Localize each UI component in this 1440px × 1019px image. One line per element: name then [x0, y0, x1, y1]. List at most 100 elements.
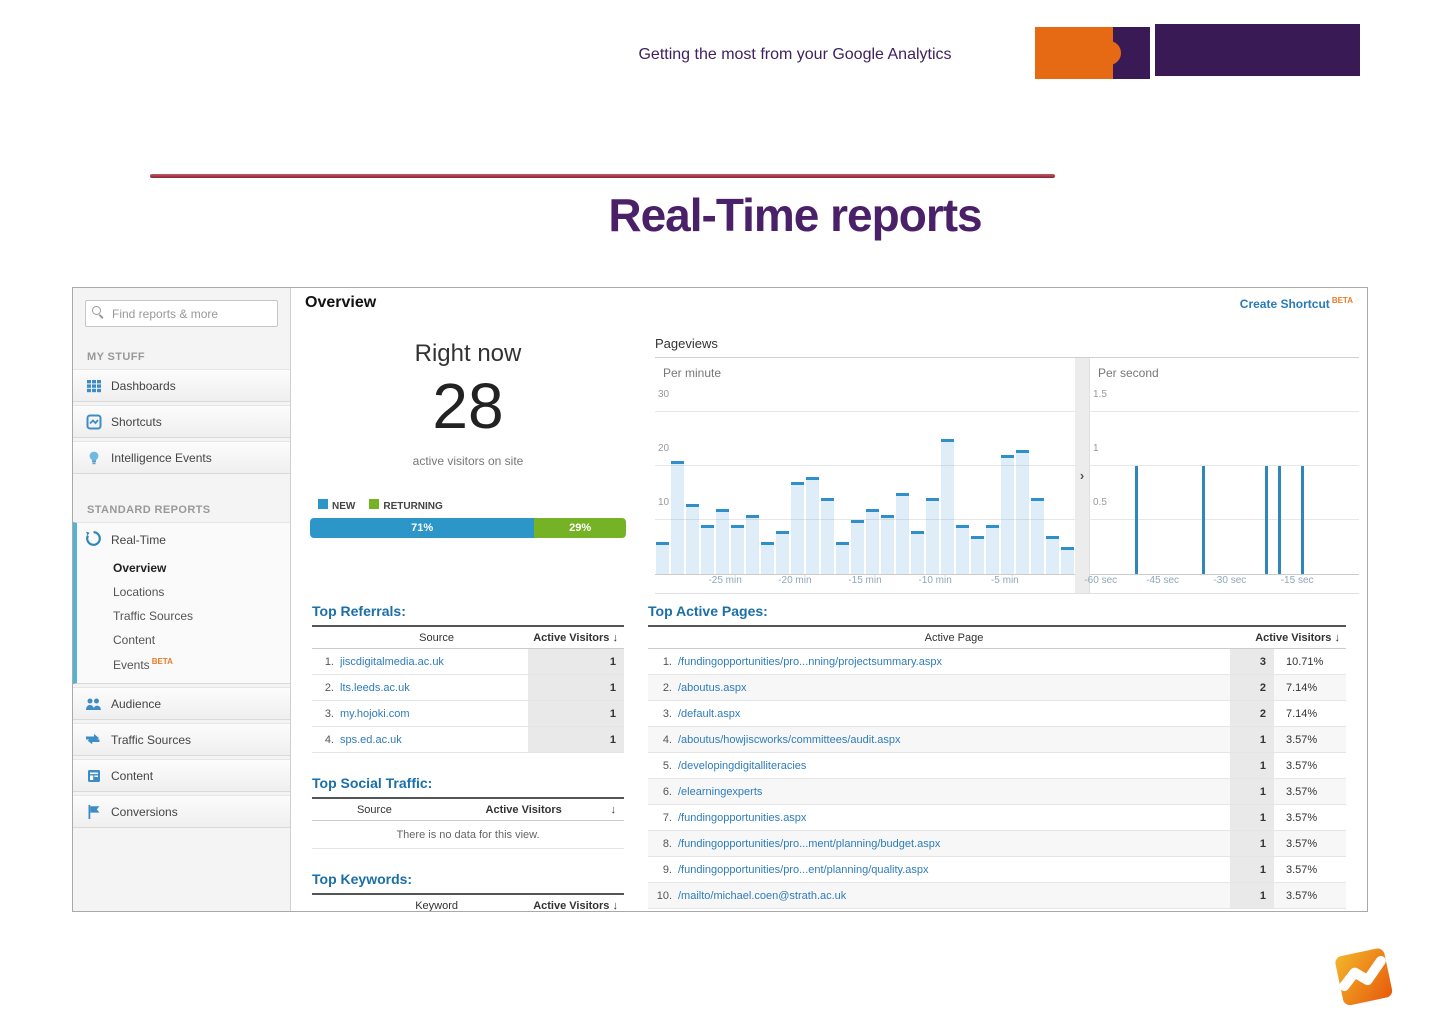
y-axis-tick-label: 0.5	[1093, 497, 1107, 508]
row-index: 1.	[324, 655, 334, 668]
row-index: 10.	[656, 889, 672, 902]
per-minute-plot: 10 20 30 -25 min -20 min -15 min -10 min -5 min	[655, 389, 1075, 586]
pageview-bar	[761, 541, 774, 574]
active-page-link[interactable]: /developingdigitalliteracies	[678, 760, 1230, 772]
search-input[interactable]	[85, 300, 278, 327]
pageview-spike	[1300, 466, 1304, 574]
realtime-subnav-content[interactable]: Content	[77, 628, 290, 652]
keywords-visitors-header[interactable]: Active Visitors ↓	[533, 900, 624, 912]
sidebar-item-label: Real-Time	[111, 532, 166, 547]
active-visitors-value: 1	[1230, 727, 1274, 752]
referral-source-link[interactable]: jiscdigitalmedia.ac.uk	[340, 656, 528, 668]
top-referrals-table: Source Active Visitors ↓ 1. jiscdigitalme…	[312, 625, 624, 753]
footer-logo	[1325, 938, 1401, 1019]
sidebar-item-label: Audience	[111, 696, 162, 711]
create-shortcut-link[interactable]: Create Shortcut BETA	[1240, 296, 1353, 311]
social-source-header[interactable]: Source	[312, 804, 437, 816]
sidebar-item-audience[interactable]: Audience	[73, 687, 290, 720]
active-visitors-value: 1	[1230, 883, 1274, 908]
sidebar: MY STUFF Dashboards Shortcuts Intelligence…	[73, 288, 291, 911]
title-divider-line	[150, 174, 1055, 178]
keywords-keyword-header[interactable]: Keyword	[340, 900, 533, 912]
active-page-link[interactable]: /fundingopportunities/pro...ment/plannin…	[678, 838, 1230, 850]
sidebar-item-intelligence-events[interactable]: Intelligence Events	[73, 441, 290, 474]
sidebar-item-shortcuts[interactable]: Shortcuts	[73, 405, 290, 438]
y-axis-tick-label: 1	[1093, 443, 1099, 454]
referrals-source-header[interactable]: Source	[340, 632, 533, 644]
active-visitors-value: 1	[1230, 779, 1274, 804]
row-index: 2.	[662, 681, 672, 694]
top-keywords-title: Top Keywords:	[312, 871, 413, 887]
realtime-subnav: Overview Locations Traffic Sources Content E…	[77, 556, 290, 677]
active-page-link[interactable]: /fundingopportunities/pro...ent/planning…	[678, 864, 1230, 876]
pages-visitors-header[interactable]: Active Visitors ↓	[1230, 632, 1346, 644]
right-now-widget: Right now 28 active visitors on site NEW…	[310, 340, 626, 538]
active-page-row: 10. /mailto/michael.coen@strath.ac.uk 1 3.5…	[648, 883, 1346, 909]
active-page-row: 9. /fundingopportunities/pro...ent/planni…	[648, 857, 1346, 883]
active-visitors-percent: 7.14%	[1286, 707, 1318, 720]
active-visitors-value: 2	[1230, 701, 1274, 726]
row-index: 7.	[662, 811, 672, 824]
active-visitors-value: 1	[528, 727, 624, 752]
x-axis-tick-label: -15 min	[848, 575, 882, 586]
pageview-bar	[716, 509, 729, 574]
active-page-link[interactable]: /aboutus.aspx	[678, 682, 1230, 694]
row-index: 3.	[662, 707, 672, 720]
dashboards-icon	[85, 377, 102, 394]
active-page-row: 7. /fundingopportunities.aspx 1 3.57%	[648, 805, 1346, 831]
referral-source-link[interactable]: sps.ed.ac.uk	[340, 734, 528, 746]
active-page-row: 6. /elearningexperts 1 3.57%	[648, 779, 1346, 805]
chart-expand-control[interactable]: ›	[1075, 358, 1089, 594]
active-visitors-value: 1	[1230, 831, 1274, 856]
sidebar-item-content[interactable]: Content	[73, 759, 290, 792]
visitor-type-legend: NEW RETURNING	[310, 498, 626, 512]
x-axis-tick-label: -10 min	[918, 575, 952, 586]
realtime-subnav-events[interactable]: Events BETA	[77, 652, 290, 677]
x-axis-tick-label: -20 min	[778, 575, 812, 586]
page-title: Overview	[305, 294, 377, 311]
pageview-bar	[956, 525, 969, 574]
sort-descending-icon: ↓	[610, 803, 617, 816]
sidebar-item-traffic-sources[interactable]: Traffic Sources	[73, 723, 290, 756]
pageview-bar	[1016, 449, 1029, 574]
active-page-link[interactable]: /mailto/michael.coen@strath.ac.uk	[678, 890, 1230, 902]
audience-icon	[85, 695, 102, 712]
per-minute-label: Per minute	[663, 366, 722, 380]
pageview-bar	[926, 498, 939, 574]
active-page-link[interactable]: /fundingopportunities/pro...nning/projec…	[678, 656, 1230, 668]
referral-source-link[interactable]: my.hojoki.com	[340, 708, 528, 720]
active-page-link[interactable]: /fundingopportunities.aspx	[678, 812, 1230, 824]
active-page-link[interactable]: /elearningexperts	[678, 786, 1230, 798]
social-visitors-header[interactable]: Active Visitors	[437, 804, 611, 816]
realtime-subnav-locations[interactable]: Locations	[77, 580, 290, 604]
active-visitors-percent: 7.14%	[1286, 681, 1318, 694]
referrals-visitors-header[interactable]: Active Visitors ↓	[533, 632, 624, 644]
sidebar-item-dashboards[interactable]: Dashboards	[73, 369, 290, 402]
active-visitors-percent: 3.57%	[1286, 863, 1318, 876]
main-panel: Overview Create Shortcut BETA Right now 2…	[291, 288, 1367, 911]
realtime-subnav-traffic-sources[interactable]: Traffic Sources	[77, 604, 290, 628]
pageview-bar	[776, 530, 789, 574]
sidebar-item-real-time[interactable]: Real-Time	[77, 523, 290, 556]
active-page-row: 3. /default.aspx 2 7.14%	[648, 701, 1346, 727]
pageviews-per-second-chart: Per second 0.5 1 1.5 -60 sec -45 sec -30 sec -…	[1084, 358, 1359, 594]
returning-legend-swatch	[369, 499, 380, 509]
active-page-link[interactable]: /default.aspx	[678, 708, 1230, 720]
referral-row: 4. sps.ed.ac.uk 1	[312, 727, 624, 753]
row-index: 1.	[662, 655, 672, 668]
active-page-link[interactable]: /aboutus/howjiscworks/committees/audit.a…	[678, 734, 1230, 746]
referral-source-link[interactable]: lts.leeds.ac.uk	[340, 682, 528, 694]
slide-title: Real-Time reports	[608, 189, 982, 241]
realtime-subnav-overview[interactable]: Overview	[77, 556, 290, 580]
pageview-bar	[866, 509, 879, 574]
sidebar-item-label: Content	[111, 768, 154, 783]
sidebar-item-label: Shortcuts	[111, 414, 162, 429]
top-keywords-table: Keyword Active Visitors ↓	[312, 893, 624, 911]
pages-page-header[interactable]: Active Page	[678, 632, 1230, 644]
active-page-row: 4. /aboutus/howjiscworks/committees/audit…	[648, 727, 1346, 753]
pageview-bar	[881, 514, 894, 574]
active-visitors-percent: 3.57%	[1286, 759, 1318, 772]
sidebar-item-conversions[interactable]: Conversions	[73, 795, 290, 828]
pageview-bar	[671, 460, 684, 574]
search-icon	[92, 306, 105, 319]
